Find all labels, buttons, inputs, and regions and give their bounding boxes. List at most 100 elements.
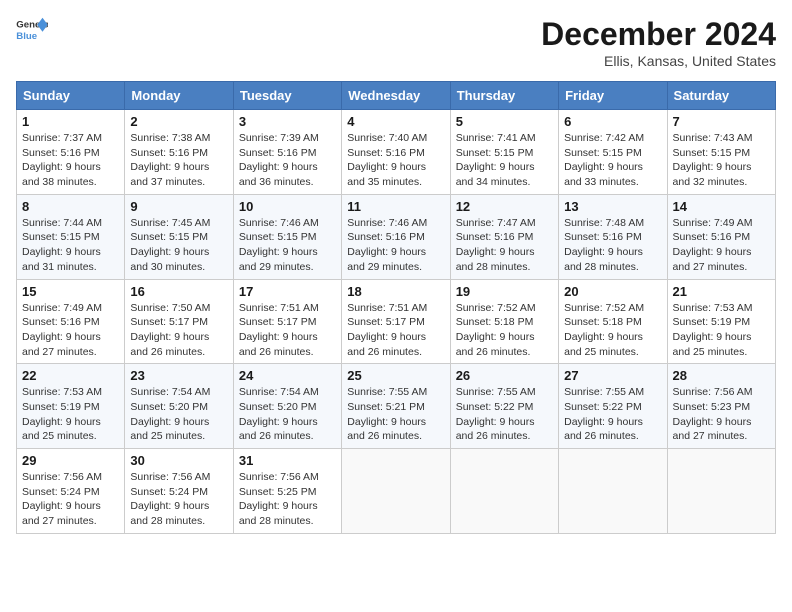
page-header: General Blue December 2024 Ellis, Kansas…: [16, 16, 776, 69]
calendar-week-4: 22 Sunrise: 7:53 AM Sunset: 5:19 PM Dayli…: [17, 364, 776, 449]
day-info: Sunrise: 7:56 AM Sunset: 5:24 PM Dayligh…: [130, 470, 227, 529]
day-number: 8: [22, 199, 119, 214]
calendar-cell: 29 Sunrise: 7:56 AM Sunset: 5:24 PM Dayli…: [17, 449, 125, 534]
location: Ellis, Kansas, United States: [541, 53, 776, 69]
calendar-cell: 21 Sunrise: 7:53 AM Sunset: 5:19 PM Dayli…: [667, 279, 775, 364]
day-number: 29: [22, 453, 119, 468]
calendar-body: 1 Sunrise: 7:37 AM Sunset: 5:16 PM Daylig…: [17, 110, 776, 534]
day-number: 21: [673, 284, 770, 299]
day-info: Sunrise: 7:49 AM Sunset: 5:16 PM Dayligh…: [22, 301, 119, 360]
title-block: December 2024 Ellis, Kansas, United Stat…: [541, 16, 776, 69]
calendar-cell: [450, 449, 558, 534]
calendar-cell: 22 Sunrise: 7:53 AM Sunset: 5:19 PM Dayli…: [17, 364, 125, 449]
calendar-cell: 12 Sunrise: 7:47 AM Sunset: 5:16 PM Dayli…: [450, 194, 558, 279]
calendar-cell: [559, 449, 667, 534]
day-info: Sunrise: 7:53 AM Sunset: 5:19 PM Dayligh…: [673, 301, 770, 360]
calendar-cell: 24Sunrise: 7:54 AM Sunset: 5:20 PM Dayli…: [233, 364, 341, 449]
day-number: 25: [347, 368, 444, 383]
calendar-cell: 10 Sunrise: 7:46 AM Sunset: 5:15 PM Dayli…: [233, 194, 341, 279]
day-number: 1: [22, 114, 119, 129]
day-number: 26: [456, 368, 553, 383]
day-info: Sunrise: 7:55 AM Sunset: 5:22 PM Dayligh…: [456, 385, 553, 444]
day-info: Sunrise: 7:44 AM Sunset: 5:15 PM Dayligh…: [22, 216, 119, 275]
day-info: Sunrise: 7:51 AM Sunset: 5:17 PM Dayligh…: [239, 301, 336, 360]
day-number: 17: [239, 284, 336, 299]
day-info: Sunrise: 7:55 AM Sunset: 5:21 PM Dayligh…: [347, 385, 444, 444]
calendar-cell: 17 Sunrise: 7:51 AM Sunset: 5:17 PM Dayli…: [233, 279, 341, 364]
calendar-cell: 1 Sunrise: 7:37 AM Sunset: 5:16 PM Daylig…: [17, 110, 125, 195]
day-info: Sunrise: 7:47 AM Sunset: 5:16 PM Dayligh…: [456, 216, 553, 275]
calendar-cell: 15 Sunrise: 7:49 AM Sunset: 5:16 PM Dayli…: [17, 279, 125, 364]
calendar-cell: [667, 449, 775, 534]
day-info: Sunrise: 7:54 AM Sunset: 5:20 PM Dayligh…: [130, 385, 227, 444]
calendar-cell: 6 Sunrise: 7:42 AM Sunset: 5:15 PM Daylig…: [559, 110, 667, 195]
calendar-cell: 2 Sunrise: 7:38 AM Sunset: 5:16 PM Daylig…: [125, 110, 233, 195]
day-number: 12: [456, 199, 553, 214]
day-info: Sunrise: 7:52 AM Sunset: 5:18 PM Dayligh…: [564, 301, 661, 360]
day-info: Sunrise: 7:56 AM Sunset: 5:24 PM Dayligh…: [22, 470, 119, 529]
day-number: 11: [347, 199, 444, 214]
calendar-cell: 3 Sunrise: 7:39 AM Sunset: 5:16 PM Daylig…: [233, 110, 341, 195]
calendar-cell: 26 Sunrise: 7:55 AM Sunset: 5:22 PM Dayli…: [450, 364, 558, 449]
day-number: 3: [239, 114, 336, 129]
day-number: 19: [456, 284, 553, 299]
day-info: Sunrise: 7:56 AM Sunset: 5:25 PM Dayligh…: [239, 470, 336, 529]
day-info: Sunrise: 7:54 AM Sunset: 5:20 PM Dayligh…: [239, 385, 336, 444]
day-info: Sunrise: 7:39 AM Sunset: 5:16 PM Dayligh…: [239, 131, 336, 190]
day-info: Sunrise: 7:40 AM Sunset: 5:16 PM Dayligh…: [347, 131, 444, 190]
day-number: 6: [564, 114, 661, 129]
day-number: 5: [456, 114, 553, 129]
calendar-cell: 16Sunrise: 7:50 AM Sunset: 5:17 PM Dayli…: [125, 279, 233, 364]
day-info: Sunrise: 7:51 AM Sunset: 5:17 PM Dayligh…: [347, 301, 444, 360]
calendar-cell: 5 Sunrise: 7:41 AM Sunset: 5:15 PM Daylig…: [450, 110, 558, 195]
day-info: Sunrise: 7:53 AM Sunset: 5:19 PM Dayligh…: [22, 385, 119, 444]
day-number: 20: [564, 284, 661, 299]
weekday-wednesday: Wednesday: [342, 82, 450, 110]
day-number: 27: [564, 368, 661, 383]
day-number: 2: [130, 114, 227, 129]
svg-text:Blue: Blue: [16, 31, 37, 42]
day-number: 4: [347, 114, 444, 129]
day-number: 22: [22, 368, 119, 383]
calendar-week-3: 15 Sunrise: 7:49 AM Sunset: 5:16 PM Dayli…: [17, 279, 776, 364]
calendar-cell: 25 Sunrise: 7:55 AM Sunset: 5:21 PM Dayli…: [342, 364, 450, 449]
day-info: Sunrise: 7:55 AM Sunset: 5:22 PM Dayligh…: [564, 385, 661, 444]
calendar-cell: 19 Sunrise: 7:52 AM Sunset: 5:18 PM Dayli…: [450, 279, 558, 364]
day-number: 10: [239, 199, 336, 214]
weekday-sunday: Sunday: [17, 82, 125, 110]
weekday-tuesday: Tuesday: [233, 82, 341, 110]
day-number: 23: [130, 368, 227, 383]
calendar-week-5: 29 Sunrise: 7:56 AM Sunset: 5:24 PM Dayli…: [17, 449, 776, 534]
day-info: Sunrise: 7:52 AM Sunset: 5:18 PM Dayligh…: [456, 301, 553, 360]
calendar-cell: 28 Sunrise: 7:56 AM Sunset: 5:23 PM Dayli…: [667, 364, 775, 449]
day-info: Sunrise: 7:38 AM Sunset: 5:16 PM Dayligh…: [130, 131, 227, 190]
logo: General Blue: [16, 16, 48, 44]
day-number: 16: [130, 284, 227, 299]
day-info: Sunrise: 7:46 AM Sunset: 5:15 PM Dayligh…: [239, 216, 336, 275]
calendar-table: SundayMondayTuesdayWednesdayThursdayFrid…: [16, 81, 776, 534]
weekday-saturday: Saturday: [667, 82, 775, 110]
day-info: Sunrise: 7:41 AM Sunset: 5:15 PM Dayligh…: [456, 131, 553, 190]
day-info: Sunrise: 7:37 AM Sunset: 5:16 PM Dayligh…: [22, 131, 119, 190]
day-info: Sunrise: 7:42 AM Sunset: 5:15 PM Dayligh…: [564, 131, 661, 190]
day-info: Sunrise: 7:56 AM Sunset: 5:23 PM Dayligh…: [673, 385, 770, 444]
day-number: 9: [130, 199, 227, 214]
day-info: Sunrise: 7:43 AM Sunset: 5:15 PM Dayligh…: [673, 131, 770, 190]
calendar-cell: 11 Sunrise: 7:46 AM Sunset: 5:16 PM Dayli…: [342, 194, 450, 279]
day-number: 28: [673, 368, 770, 383]
day-number: 13: [564, 199, 661, 214]
day-info: Sunrise: 7:46 AM Sunset: 5:16 PM Dayligh…: [347, 216, 444, 275]
day-number: 31: [239, 453, 336, 468]
logo-icon: General Blue: [16, 16, 48, 44]
calendar-cell: 27 Sunrise: 7:55 AM Sunset: 5:22 PM Dayli…: [559, 364, 667, 449]
calendar-cell: 9Sunrise: 7:45 AM Sunset: 5:15 PM Daylig…: [125, 194, 233, 279]
weekday-monday: Monday: [125, 82, 233, 110]
day-info: Sunrise: 7:48 AM Sunset: 5:16 PM Dayligh…: [564, 216, 661, 275]
calendar-cell: [342, 449, 450, 534]
calendar-week-1: 1 Sunrise: 7:37 AM Sunset: 5:16 PM Daylig…: [17, 110, 776, 195]
day-number: 7: [673, 114, 770, 129]
day-number: 18: [347, 284, 444, 299]
calendar-cell: 7 Sunrise: 7:43 AM Sunset: 5:15 PM Daylig…: [667, 110, 775, 195]
day-number: 15: [22, 284, 119, 299]
calendar-week-2: 8 Sunrise: 7:44 AM Sunset: 5:15 PM Daylig…: [17, 194, 776, 279]
